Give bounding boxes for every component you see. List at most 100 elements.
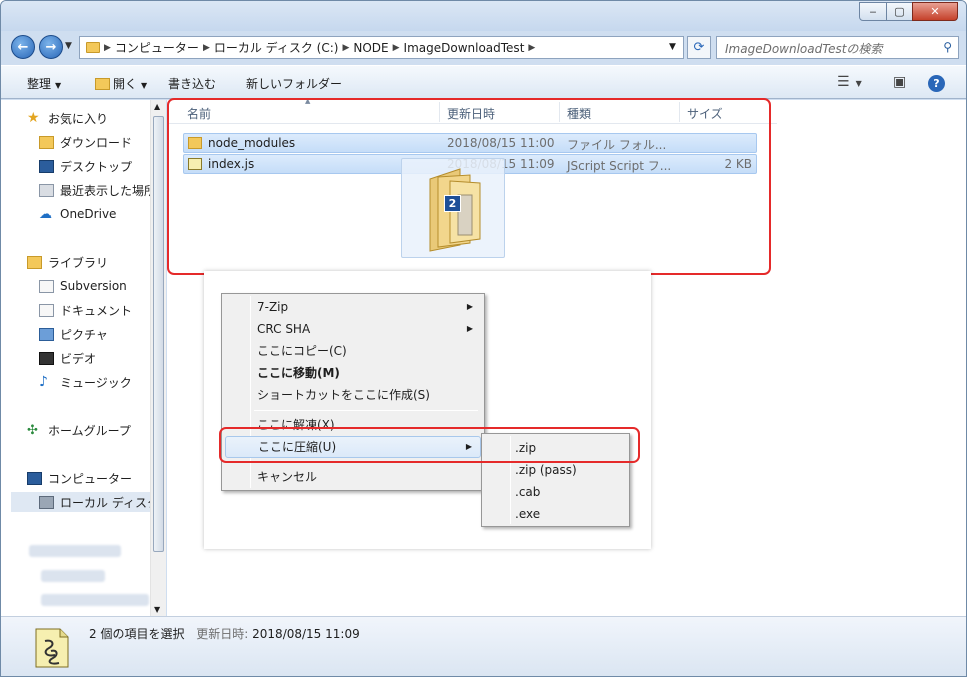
forward-button[interactable]: →: [39, 35, 63, 59]
submenu-item-label: .zip (pass): [515, 463, 577, 477]
nav-documents-label: ドキュメント: [60, 303, 133, 318]
search-placeholder: ImageDownloadTestの検索: [725, 42, 883, 56]
scrollbar-thumb[interactable]: [153, 116, 164, 552]
new-folder-label: 新しいフォルダー: [246, 77, 343, 91]
address-bar[interactable]: ▶ コンピューター ▶ ローカル ディスク (C:) ▶ NODE ▶ Imag…: [79, 36, 684, 59]
chevron-right-icon[interactable]: ▶: [528, 43, 535, 53]
nav-local-disk-label: ローカル ディスク: [60, 495, 159, 510]
nav-subversion-label: Subversion: [60, 279, 127, 293]
script-file-icon: [35, 628, 69, 668]
nav-recent[interactable]: 最近表示した場所: [39, 180, 156, 200]
breadcrumb-computer[interactable]: コンピューター: [115, 39, 199, 56]
maximize-icon: ▢: [894, 5, 905, 18]
menu-item-7zip[interactable]: 7-Zip ▶: [225, 296, 481, 318]
recent-pages-dropdown[interactable]: ▼: [65, 41, 72, 51]
nav-music[interactable]: ♪ ミュージック: [39, 372, 132, 392]
maximize-button[interactable]: ▢: [886, 2, 913, 21]
menu-item-move-here[interactable]: ここに移動(M): [225, 362, 481, 384]
nav-videos[interactable]: ビデオ: [39, 348, 96, 368]
search-input[interactable]: ImageDownloadTestの検索 ⚲: [716, 36, 959, 59]
submenu-item-label: .cab: [515, 485, 541, 499]
burn-button[interactable]: 書き込む: [168, 75, 216, 92]
preview-pane-button[interactable]: ▣: [893, 74, 906, 90]
burn-label: 書き込む: [168, 77, 217, 91]
submenu-item-exe[interactable]: .exe: [485, 503, 626, 525]
menu-item-copy-here[interactable]: ここにコピー(C): [225, 340, 481, 362]
view-options-button[interactable]: ☰ ▼: [837, 74, 862, 90]
video-icon: [39, 351, 54, 365]
address-history-dropdown[interactable]: ▼: [669, 42, 676, 52]
picture-icon: [39, 327, 54, 341]
nav-libraries-label: ライブラリ: [48, 255, 109, 270]
nav-subversion[interactable]: Subversion: [39, 276, 127, 296]
chevron-down-icon: ▼: [55, 81, 62, 90]
nav-downloads-label: ダウンロード: [60, 135, 133, 150]
submenu-item-cab[interactable]: .cab: [485, 481, 626, 503]
search-icon: ⚲: [943, 40, 952, 54]
open-button[interactable]: 開く ▼: [95, 75, 147, 92]
preview-pane-icon: ▣: [893, 74, 907, 90]
chevron-right-icon[interactable]: ▶: [104, 43, 111, 53]
nav-pictures[interactable]: ピクチャ: [39, 324, 108, 344]
details-view-icon: ☰: [837, 74, 850, 90]
highlight-box-compress: [219, 427, 640, 463]
nav-local-disk[interactable]: ローカル ディスク: [11, 492, 159, 512]
chevron-right-icon[interactable]: ▶: [342, 43, 349, 53]
back-button[interactable]: ←: [11, 35, 35, 59]
close-button[interactable]: ✕: [912, 2, 958, 21]
organize-button[interactable]: 整理 ▼: [27, 75, 61, 92]
nav-computer[interactable]: コンピューター: [27, 468, 132, 488]
menu-item-label: キャンセル: [257, 470, 318, 484]
refresh-button[interactable]: ⟳: [687, 36, 711, 59]
homegroup-icon: ✣: [27, 422, 38, 438]
nav-scrollbar[interactable]: ▲ ▼: [150, 100, 166, 616]
nav-downloads[interactable]: ダウンロード: [39, 132, 132, 152]
libraries-icon: [27, 255, 42, 269]
minimize-button[interactable]: ‒: [859, 2, 887, 21]
help-button[interactable]: ?: [928, 75, 945, 92]
nav-onedrive[interactable]: ☁ OneDrive: [39, 204, 116, 224]
scroll-up-icon[interactable]: ▲: [154, 102, 160, 111]
menu-item-crc-sha[interactable]: CRC SHA ▶: [225, 318, 481, 340]
status-text: 2 個の項目を選択 更新日時: 2018/08/15 11:09: [89, 625, 360, 642]
cloud-icon: ☁: [39, 206, 52, 222]
nav-desktop[interactable]: デスクトップ: [39, 156, 132, 176]
nav-music-label: ミュージック: [60, 375, 132, 390]
blurred-nav-item: [41, 594, 149, 606]
drive-icon: [39, 495, 54, 509]
folder-icon: [86, 42, 100, 53]
star-icon: ★: [27, 109, 40, 126]
downloads-icon: [39, 135, 54, 149]
menu-item-cancel[interactable]: キャンセル: [225, 466, 481, 488]
menu-item-create-shortcut[interactable]: ショートカットをここに作成(S): [225, 384, 481, 406]
breadcrumb-imagedownloadtest[interactable]: ImageDownloadTest: [404, 41, 525, 55]
nav-desktop-label: デスクトップ: [60, 159, 133, 174]
nav-pictures-label: ピクチャ: [60, 327, 108, 342]
highlight-box-files: [167, 98, 771, 275]
folder-open-icon: [95, 78, 110, 90]
arrow-right-icon: →: [45, 39, 57, 55]
scroll-down-icon[interactable]: ▼: [154, 605, 160, 614]
chevron-right-icon[interactable]: ▶: [203, 43, 210, 53]
modified-value: 2018/08/15 11:09: [252, 627, 360, 641]
open-label: 開く: [113, 77, 138, 91]
selection-count: 2 個の項目を選択: [89, 627, 185, 641]
breadcrumb-local-disk[interactable]: ローカル ディスク (C:): [214, 39, 339, 56]
nav-libraries[interactable]: ライブラリ: [27, 252, 108, 272]
nav-onedrive-label: OneDrive: [60, 207, 117, 221]
nav-homegroup[interactable]: ✣ ホームグループ: [27, 420, 131, 440]
nav-documents[interactable]: ドキュメント: [39, 300, 132, 320]
nav-favorites[interactable]: ★ お気に入り: [27, 108, 108, 128]
chevron-right-icon[interactable]: ▶: [393, 43, 400, 53]
blurred-nav-item: [41, 570, 105, 582]
chevron-down-icon: ▼: [669, 42, 676, 52]
breadcrumb-node[interactable]: NODE: [353, 41, 388, 55]
recent-places-icon: [39, 183, 54, 197]
navigation-pane: ★ お気に入り ダウンロード デスクトップ 最近表示した場所 ☁ OneDrive …: [1, 100, 166, 616]
organize-label: 整理: [27, 77, 52, 91]
new-folder-button[interactable]: 新しいフォルダー: [246, 75, 342, 92]
close-icon: ✕: [930, 5, 940, 18]
music-icon: ♪: [39, 373, 48, 390]
menu-item-label: 7-Zip: [257, 300, 289, 314]
menu-item-label: ここに移動(M): [257, 366, 340, 380]
